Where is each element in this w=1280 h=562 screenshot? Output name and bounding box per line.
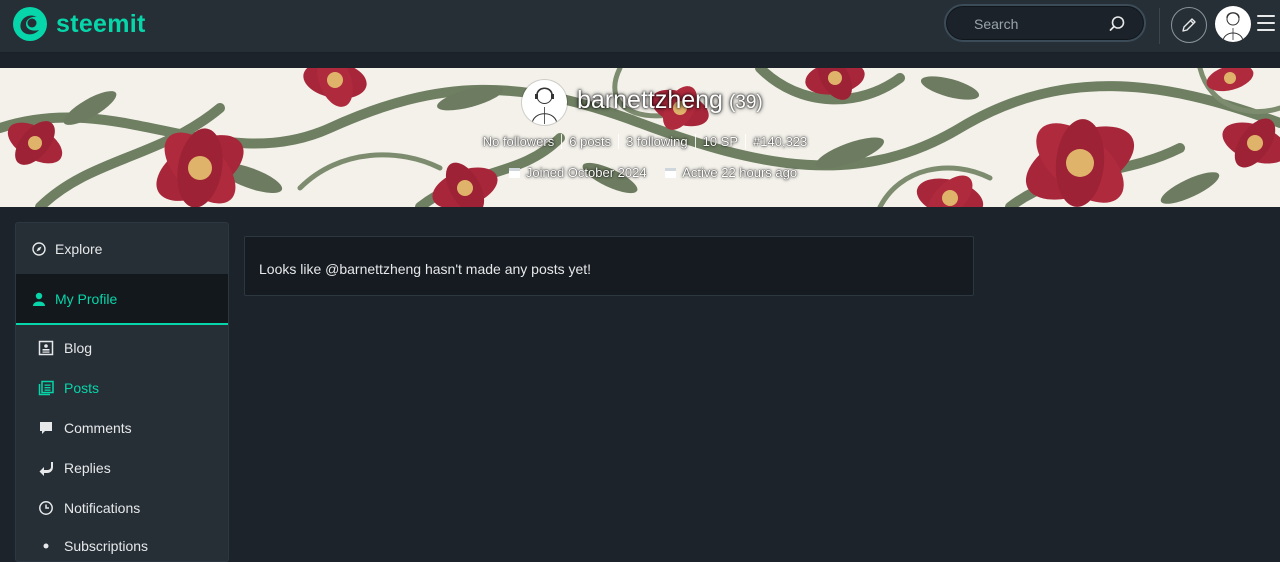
steemit-logo-icon [13,7,47,41]
compass-icon [32,241,46,256]
sidebar-item-my-profile[interactable]: My Profile [16,274,228,325]
steemit-logo[interactable]: steemit [12,6,146,42]
sidebar-item-comments[interactable]: Comments [38,418,132,438]
comment-icon [40,422,52,434]
rank: #140,323 [753,134,808,149]
profile-stats: No followers 6 posts 3 following 10 SP #140,… [0,134,1280,149]
sidebar-item-label: Replies [64,460,111,476]
joined-text: Joined October 2024 [525,165,647,180]
profile-avatar [522,80,567,125]
empty-posts-message: Looks like @barnettzheng hasn't made any… [244,236,974,296]
profile-meta: Joined October 2024 Active 22 hours ago [0,165,1280,182]
search-icon[interactable] [1108,15,1126,33]
following-count[interactable]: 3 following [619,134,694,149]
clock-icon [39,501,53,515]
posts-icon [38,380,54,396]
pencil-icon [1182,18,1196,32]
sidebar-nav: Explore My Profile Blog Posts Comments R… [15,222,229,562]
joined-date: Joined October 2024 [508,165,647,180]
posts-count: 6 posts [569,134,612,149]
sidebar-item-label: Subscriptions [64,538,149,554]
blog-icon [38,340,54,356]
sidebar-item-blog[interactable]: Blog [38,338,92,358]
followers-count[interactable]: No followers [476,134,562,149]
sidebar-item-explore[interactable]: Explore [16,223,228,274]
avatar-sketch-icon [531,87,558,125]
submit-post-button[interactable] [1171,7,1207,43]
sidebar-item-posts[interactable]: Posts [38,378,99,398]
hamburger-menu-icon[interactable] [1257,15,1275,31]
active-text: Active 22 hours ago [682,165,798,180]
sidebar-item-label: Explore [55,240,103,257]
calendar-icon [508,168,520,178]
profile-name-line: barnettzheng (39) [577,86,763,118]
search-box [944,4,1146,42]
navbar-divider [1159,8,1160,44]
sidebar-item-replies[interactable]: Replies [38,458,111,478]
top-navbar: steemit [0,0,1280,53]
active-status: Active 22 hours ago [664,165,797,180]
steem-power: 10 SP [702,134,739,149]
sidebar-item-label: Posts [64,380,100,396]
sidebar-item-label: Notifications [64,500,141,516]
reply-icon [39,462,53,476]
calendar-icon [665,168,677,178]
avatar-sketch-icon [1222,12,1244,42]
brand-name: steemit [56,9,146,38]
sidebar-item-notifications[interactable]: Notifications [38,498,140,518]
search-input[interactable] [972,14,1106,34]
user-icon [33,292,45,306]
user-avatar[interactable] [1215,6,1251,42]
sidebar-item-label: Comments [64,420,132,436]
subscriptions-icon [43,543,49,549]
sidebar-item-label: Blog [64,340,93,356]
sidebar-item-subscriptions[interactable]: Subscriptions [38,536,148,556]
sidebar-item-label: My Profile [55,290,118,307]
profile-username: barnettzheng [577,86,723,114]
profile-banner: barnettzheng (39) No followers 6 posts 3 f… [0,68,1280,207]
reputation-score: (39) [728,92,763,113]
empty-posts-text: Looks like @barnettzheng hasn't made any… [259,261,592,277]
